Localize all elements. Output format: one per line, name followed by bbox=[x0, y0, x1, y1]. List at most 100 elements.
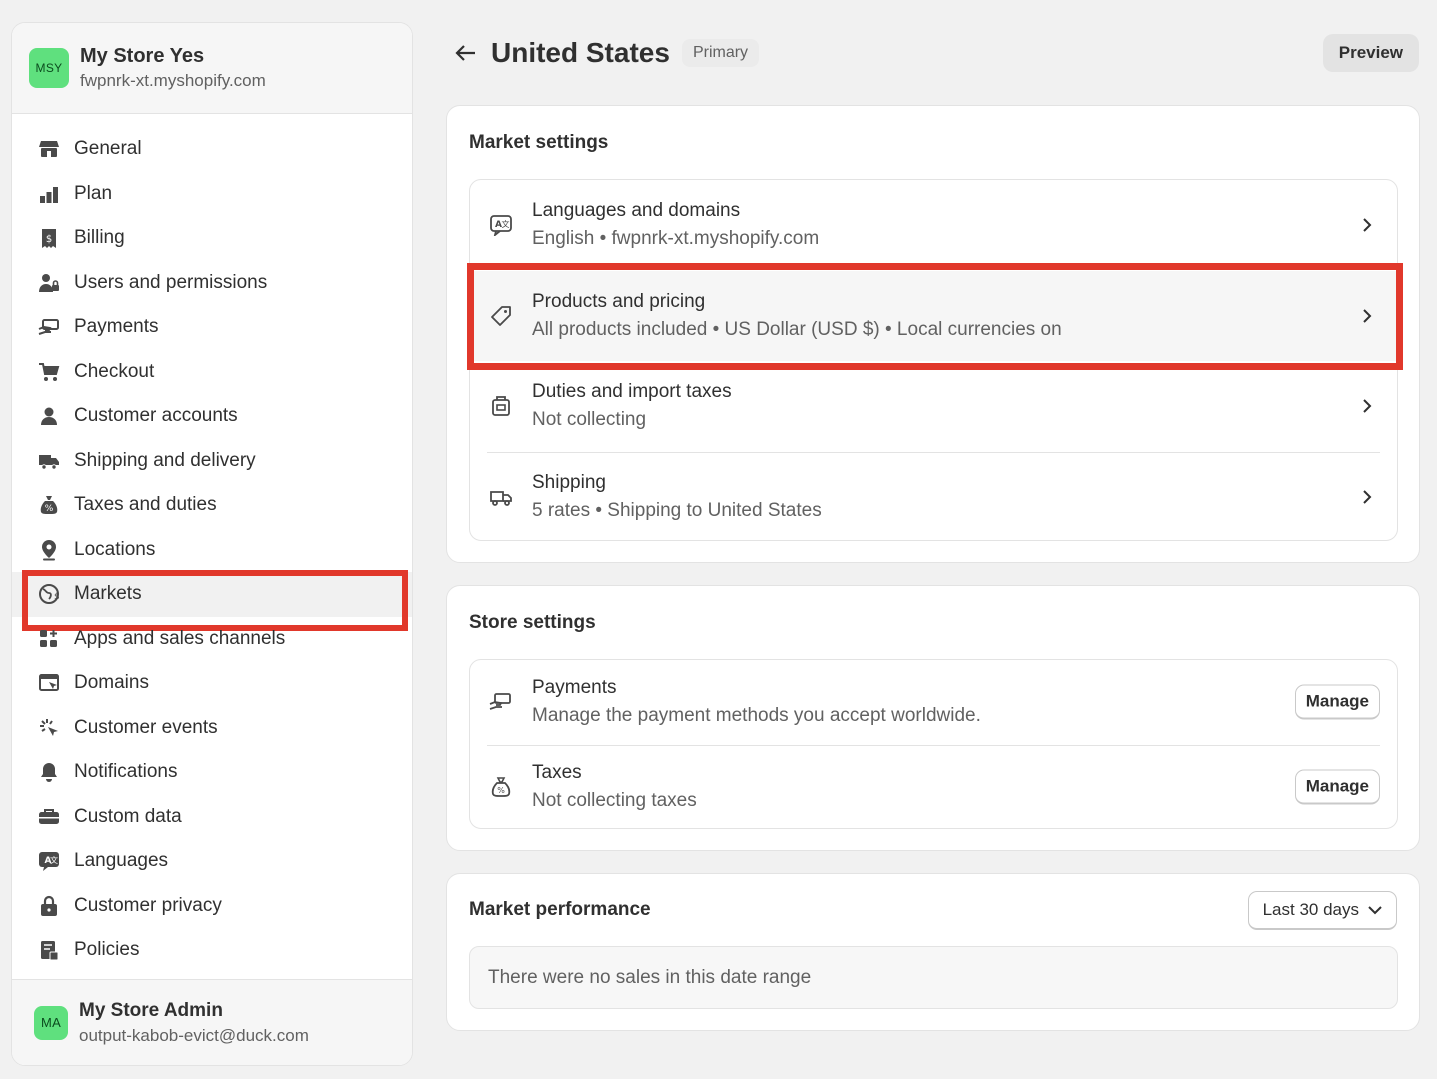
sidebar-item-notifications[interactable]: Notifications bbox=[12, 750, 412, 795]
manage-taxes-button[interactable]: Manage bbox=[1294, 769, 1380, 805]
sidebar-item-payments[interactable]: Payments bbox=[12, 305, 412, 350]
chevron-right-icon bbox=[1359, 217, 1375, 233]
translate-icon: A文 bbox=[37, 849, 61, 873]
sidebar-item-customer-events[interactable]: Customer events bbox=[12, 706, 412, 751]
billing-icon: $ bbox=[37, 226, 61, 250]
tax-bag-icon: % bbox=[489, 775, 513, 799]
plan-icon bbox=[37, 182, 61, 206]
sidebar-item-domains[interactable]: Domains bbox=[12, 661, 412, 706]
lock-icon bbox=[37, 894, 61, 918]
row-subtitle: 5 rates • Shipping to United States bbox=[532, 499, 822, 521]
database-icon bbox=[37, 805, 61, 829]
store-settings-title: Store settings bbox=[469, 612, 596, 633]
page-header: United States Primary Preview bbox=[454, 34, 1419, 72]
store-icon bbox=[37, 137, 61, 161]
market-settings-list: A文 Languages and domains English • fwpnr… bbox=[467, 179, 1403, 543]
user-avatar: MA bbox=[34, 1005, 68, 1040]
person-icon bbox=[37, 404, 61, 428]
settings-sidebar: MSY My Store Yes fwpnrk-xt.myshopify.com… bbox=[11, 22, 413, 1066]
chevron-right-icon bbox=[1359, 489, 1375, 505]
sidebar-item-label: Users and permissions bbox=[74, 271, 268, 293]
sidebar-item-label: Locations bbox=[74, 538, 156, 560]
payments-icon bbox=[489, 690, 513, 714]
row-title: Payments bbox=[532, 677, 617, 699]
date-range-label: Last 30 days bbox=[1262, 900, 1359, 919]
market-settings-card: Market settings A文 Languages and domains… bbox=[446, 105, 1420, 563]
languages-domains-row[interactable]: A文 Languages and domains English • fwpnr… bbox=[470, 180, 1397, 271]
sidebar-item-label: Apps and sales channels bbox=[74, 627, 286, 649]
sidebar-item-languages[interactable]: A文 Languages bbox=[12, 839, 412, 884]
svg-text:文: 文 bbox=[50, 855, 58, 865]
globe-icon: $ bbox=[37, 582, 61, 606]
sidebar-item-label: Checkout bbox=[74, 360, 155, 382]
sidebar-item-label: Markets bbox=[74, 583, 142, 605]
row-subtitle: Not collecting taxes bbox=[532, 789, 697, 811]
market-performance-card: Market performance Last 30 days There we… bbox=[446, 873, 1420, 1031]
sidebar-item-policies[interactable]: Policies bbox=[12, 928, 412, 973]
sidebar-item-label: Payments bbox=[74, 316, 159, 338]
truck-icon bbox=[37, 449, 61, 473]
location-pin-icon bbox=[37, 538, 61, 562]
domains-icon bbox=[37, 671, 61, 695]
bell-icon bbox=[37, 760, 61, 784]
user-email: output-kabob-evict@duck.com bbox=[79, 1025, 309, 1045]
date-range-select[interactable]: Last 30 days bbox=[1247, 891, 1397, 930]
sidebar-item-customer-privacy[interactable]: Customer privacy bbox=[12, 884, 412, 929]
svg-text:%: % bbox=[45, 504, 54, 514]
store-switcher[interactable]: MSY My Store Yes fwpnrk-xt.myshopify.com bbox=[12, 23, 412, 114]
sidebar-item-plan[interactable]: Plan bbox=[12, 172, 412, 217]
account-menu[interactable]: MA My Store Admin output-kabob-evict@duc… bbox=[12, 979, 412, 1065]
sidebar-item-label: Billing bbox=[74, 227, 125, 249]
translate-icon: A文 bbox=[489, 213, 513, 237]
row-title: Shipping bbox=[532, 471, 606, 493]
svg-text:%: % bbox=[497, 786, 505, 795]
sidebar-item-label: Customer events bbox=[74, 716, 218, 738]
tax-bag-icon: % bbox=[37, 493, 61, 517]
row-title: Products and pricing bbox=[532, 290, 706, 312]
taxes-row: % Taxes Not collecting taxes Manage bbox=[470, 744, 1397, 830]
store-settings-card: Store settings Payments Manage the payme… bbox=[446, 585, 1420, 851]
sidebar-item-users[interactable]: Users and permissions bbox=[12, 261, 412, 306]
store-settings-list: Payments Manage the payment methods you … bbox=[469, 659, 1398, 829]
store-name: My Store Yes bbox=[80, 45, 205, 67]
truck-icon bbox=[489, 485, 513, 509]
sidebar-item-checkout[interactable]: Checkout bbox=[12, 350, 412, 395]
store-avatar: MSY bbox=[29, 48, 69, 88]
preview-button[interactable]: Preview bbox=[1322, 34, 1419, 72]
manage-payments-button[interactable]: Manage bbox=[1294, 684, 1380, 720]
settings-nav: General Plan $ Billing Users and permiss… bbox=[12, 114, 412, 973]
duties-import-taxes-row[interactable]: Duties and import taxes Not collecting bbox=[470, 361, 1397, 452]
shipping-row[interactable]: Shipping 5 rates • Shipping to United St… bbox=[470, 451, 1397, 543]
sidebar-item-label: Domains bbox=[74, 672, 149, 694]
row-title: Taxes bbox=[532, 761, 582, 783]
tag-icon bbox=[489, 304, 513, 328]
chevron-down-icon bbox=[1368, 903, 1382, 917]
back-arrow-icon[interactable] bbox=[454, 41, 478, 65]
sidebar-item-locations[interactable]: Locations bbox=[12, 528, 412, 573]
svg-text:文: 文 bbox=[502, 219, 510, 229]
row-subtitle: Manage the payment methods you accept wo… bbox=[532, 705, 981, 727]
chevron-right-icon bbox=[1359, 308, 1375, 324]
sidebar-item-apps[interactable]: Apps and sales channels bbox=[12, 617, 412, 662]
policy-icon bbox=[37, 938, 61, 962]
sidebar-item-custom-data[interactable]: Custom data bbox=[12, 795, 412, 840]
row-subtitle: All products included • US Dollar (USD $… bbox=[532, 318, 1062, 340]
sidebar-item-general[interactable]: General bbox=[12, 127, 412, 172]
svg-text:$: $ bbox=[54, 592, 60, 602]
products-pricing-row[interactable]: Products and pricing All products includ… bbox=[470, 270, 1397, 361]
users-icon bbox=[37, 271, 61, 295]
sidebar-item-shipping[interactable]: Shipping and delivery bbox=[12, 439, 412, 484]
sidebar-item-billing[interactable]: $ Billing bbox=[12, 216, 412, 261]
sidebar-item-customer-accounts[interactable]: Customer accounts bbox=[12, 394, 412, 439]
user-name: My Store Admin bbox=[79, 999, 223, 1021]
store-url: fwpnrk-xt.myshopify.com bbox=[80, 71, 266, 90]
sidebar-item-markets[interactable]: $ Markets bbox=[12, 570, 412, 631]
market-settings-title: Market settings bbox=[469, 132, 609, 153]
duties-icon bbox=[489, 394, 513, 418]
sidebar-item-taxes[interactable]: % Taxes and duties bbox=[12, 483, 412, 528]
sidebar-item-label: Shipping and delivery bbox=[74, 449, 256, 471]
cursor-icon bbox=[37, 716, 61, 740]
chevron-right-icon bbox=[1359, 398, 1375, 414]
row-subtitle: Not collecting bbox=[532, 409, 647, 431]
sidebar-item-label: Languages bbox=[74, 850, 169, 872]
